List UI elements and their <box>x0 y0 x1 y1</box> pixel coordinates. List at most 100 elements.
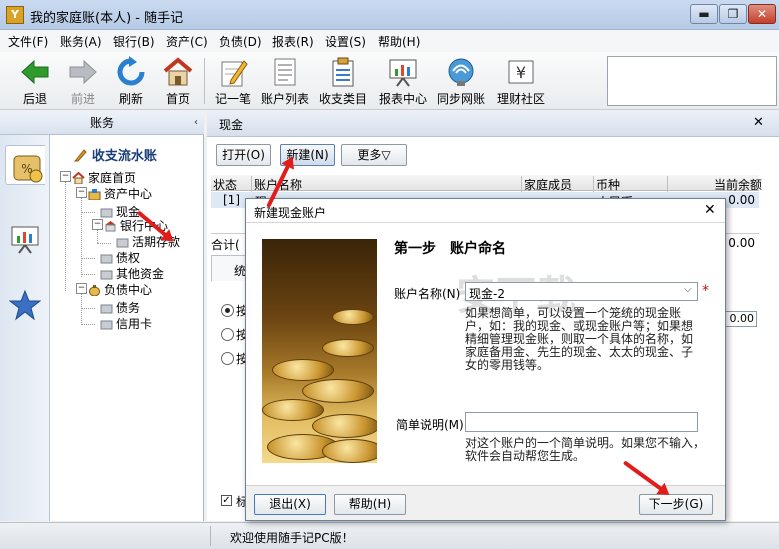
tree-item-home[interactable]: 家庭首页 <box>72 169 136 186</box>
gold-coins-image <box>262 239 377 463</box>
home-icon <box>163 57 193 86</box>
new-cash-account-dialog: 新建现金账户 ✕ 第一步 账户命名 安下载 账户名称(N) 现金-2 ⌵ * 如… <box>245 198 726 521</box>
status-text: 欢迎使用随手记PC版！ <box>230 531 354 545</box>
tree-item-assets[interactable]: 资产中心 <box>88 185 152 202</box>
close-button[interactable]: ✕ <box>748 4 776 24</box>
checkbox[interactable]: ✓ <box>221 495 232 506</box>
name-help-text: 如果想简单，可以设置一个笼统的现金账 户，如：我的现金、或现金账户等；如果想 精… <box>465 306 694 372</box>
tree-item-credit-card-label: 信用卡 <box>116 317 153 331</box>
account-name-combo[interactable]: 现金-2 ⌵ <box>465 282 698 301</box>
star-icon <box>8 289 42 321</box>
yen-note-icon: ¥ <box>508 60 534 84</box>
toolbar-separator <box>204 58 205 104</box>
menu-accounting[interactable]: 账务(A) <box>60 33 102 50</box>
tree-item-claims-label: 债权 <box>116 251 141 265</box>
reports-button[interactable]: 报表中心 <box>376 54 430 108</box>
dialog-title: 新建现金账户 <box>254 206 327 220</box>
exit-button[interactable]: 退出(X) <box>254 494 326 515</box>
status-bar: 欢迎使用随手记PC版！ <box>0 522 779 549</box>
tree-item-other-funds[interactable]: 其他资金 <box>100 265 164 282</box>
menu-bank[interactable]: 银行(B) <box>113 33 155 50</box>
refresh-button[interactable]: 刷新 <box>108 54 154 108</box>
dropdown-chevron-icon[interactable]: ⌵ <box>684 284 692 295</box>
col-balance[interactable]: 当前余额 <box>667 176 766 193</box>
required-mark: * <box>702 283 709 299</box>
account-list-label: 账户列表 <box>260 92 309 106</box>
menu-help[interactable]: 帮助(H) <box>378 33 420 50</box>
minimize-button[interactable]: ▬ <box>690 4 718 24</box>
restore-button[interactable]: ❐ <box>719 4 747 24</box>
account-list-button[interactable]: 账户列表 <box>258 54 312 108</box>
account-tree: − 家庭首页 − 资产中心 现金 − 银行中心 活期存款 债权 其他资金 − 负… <box>56 169 204 339</box>
home-label: 首页 <box>165 92 190 106</box>
home-button[interactable]: 首页 <box>156 54 200 108</box>
categories-button[interactable]: 收支类目 <box>316 54 370 108</box>
back-label: 后退 <box>22 92 47 106</box>
folder-icon <box>100 254 113 264</box>
menu-file[interactable]: 文件(F) <box>8 33 48 50</box>
forward-button[interactable]: 前进 <box>60 54 106 108</box>
amount-field[interactable]: 0.00 <box>725 311 757 327</box>
dialog-title-bar: 新建现金账户 ✕ <box>246 199 725 223</box>
panel-close-icon[interactable]: ✕ <box>753 115 764 130</box>
title-bar: Y 我的家庭账(本人) - 随手记 ▬ ❐ ✕ <box>0 0 779 30</box>
tree-item-liabilities[interactable]: 负债中心 <box>88 281 152 298</box>
refresh-label: 刷新 <box>118 92 143 106</box>
step-title: 第一步 账户命名 <box>394 241 506 257</box>
document-list-icon <box>274 58 296 86</box>
radio-option-3[interactable] <box>221 352 234 365</box>
desc-help-text: 对这个账户的一个简单说明。如果您不输入， 软件会自动帮您生成。 <box>465 436 706 463</box>
dialog-close-icon[interactable]: ✕ <box>704 202 716 218</box>
record-label: 记一笔 <box>214 92 251 106</box>
help-button[interactable]: 帮助(H) <box>334 494 406 515</box>
window-title: 我的家庭账(本人) - 随手记 <box>30 11 184 26</box>
sync-button[interactable]: 同步网账 <box>434 54 488 108</box>
more-button[interactable]: 更多▽ <box>341 144 407 166</box>
description-input[interactable] <box>465 412 698 432</box>
tab-favorites[interactable] <box>5 285 45 325</box>
open-button[interactable]: 打开(O) <box>216 144 271 166</box>
menu-reports[interactable]: 报表(R) <box>272 33 314 50</box>
search-box[interactable] <box>607 56 777 106</box>
dialog-body: 第一步 账户命名 安下载 账户名称(N) 现金-2 ⌵ * 如果想简单，可以设置… <box>246 223 725 485</box>
desc-label: 简单说明(M) <box>396 418 464 432</box>
reports-label: 报表中心 <box>378 92 427 106</box>
clipboard-icon <box>332 57 354 87</box>
assets-icon <box>88 189 101 200</box>
account-name-value: 现金-2 <box>469 287 505 301</box>
tree-item-claims[interactable]: 债权 <box>100 249 140 266</box>
collapse-chevron-icon[interactable]: ‹ <box>194 111 198 135</box>
tree-expander[interactable]: − <box>76 187 87 198</box>
col-member[interactable]: 家庭成员 <box>521 176 572 193</box>
tree-item-credit-card[interactable]: 信用卡 <box>100 315 152 332</box>
name-label: 账户名称(N) <box>394 287 461 301</box>
tree-item-debts-label: 债务 <box>116 301 141 315</box>
tree-expander[interactable]: − <box>60 171 71 182</box>
community-button[interactable]: ¥ 理财社区 <box>492 54 550 108</box>
tree-title[interactable]: 收支流水账 <box>73 145 204 164</box>
radio-option-1[interactable] <box>221 304 234 317</box>
left-panel-title: 账务 <box>89 116 114 130</box>
radio-option-2[interactable] <box>221 328 234 341</box>
folder-icon <box>100 304 113 314</box>
tree-expander[interactable]: − <box>76 283 87 294</box>
col-currency[interactable]: 币种 <box>593 176 620 193</box>
money-bag-small-icon <box>89 285 100 296</box>
refresh-icon <box>117 56 145 86</box>
tab-reports[interactable] <box>5 219 45 259</box>
arrow-left-icon <box>21 59 49 85</box>
menu-settings[interactable]: 设置(S) <box>325 33 366 50</box>
app-logo-icon: Y <box>6 6 24 24</box>
menu-assets[interactable]: 资产(C) <box>166 33 208 50</box>
tab-accounting[interactable]: % <box>5 145 45 185</box>
folder-icon <box>100 270 113 280</box>
community-label: 理财社区 <box>496 92 545 106</box>
next-button[interactable]: 下一步(G) <box>639 494 713 515</box>
back-button[interactable]: 后退 <box>12 54 58 108</box>
col-status[interactable]: 状态 <box>211 176 237 193</box>
menu-liabilities[interactable]: 负债(D) <box>219 33 262 50</box>
record-button[interactable]: 记一笔 <box>210 54 256 108</box>
dialog-footer: 退出(X) 帮助(H) 下一步(G) <box>246 485 725 520</box>
tree-item-debts[interactable]: 债务 <box>100 299 140 316</box>
tree-item-other-funds-label: 其他资金 <box>116 267 165 281</box>
